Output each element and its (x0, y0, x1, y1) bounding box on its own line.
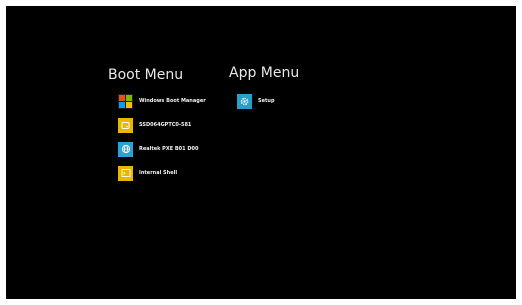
boot-item-label: SSD064GPTC0-581 (139, 122, 192, 128)
windows-logo-icon (118, 93, 133, 109)
app-menu-list: Setup (237, 93, 275, 117)
boot-item-network-pxe[interactable]: Realtek PXE B01 D00 (118, 141, 206, 157)
boot-item-label: Realtek PXE B01 D00 (139, 146, 199, 152)
boot-item-label: Windows Boot Manager (139, 98, 206, 104)
shell-icon (118, 165, 133, 181)
boot-item-internal-shell[interactable]: Internal Shell (118, 165, 206, 181)
boot-item-label: Internal Shell (139, 170, 178, 176)
boot-item-ssd[interactable]: SSD064GPTC0-581 (118, 117, 206, 133)
boot-screen: Boot Menu Windows Boot Manager SSD064GPT… (6, 6, 516, 299)
app-menu-title: App Menu (229, 65, 300, 81)
gear-icon (237, 93, 252, 109)
boot-menu-list: Windows Boot Manager SSD064GPTC0-581 Rea… (118, 93, 206, 189)
drive-icon (118, 117, 133, 133)
app-item-setup[interactable]: Setup (237, 93, 275, 109)
boot-item-windows-boot-manager[interactable]: Windows Boot Manager (118, 93, 206, 109)
network-icon (118, 141, 133, 157)
boot-menu-title: Boot Menu (108, 67, 184, 83)
app-item-label: Setup (258, 98, 275, 104)
